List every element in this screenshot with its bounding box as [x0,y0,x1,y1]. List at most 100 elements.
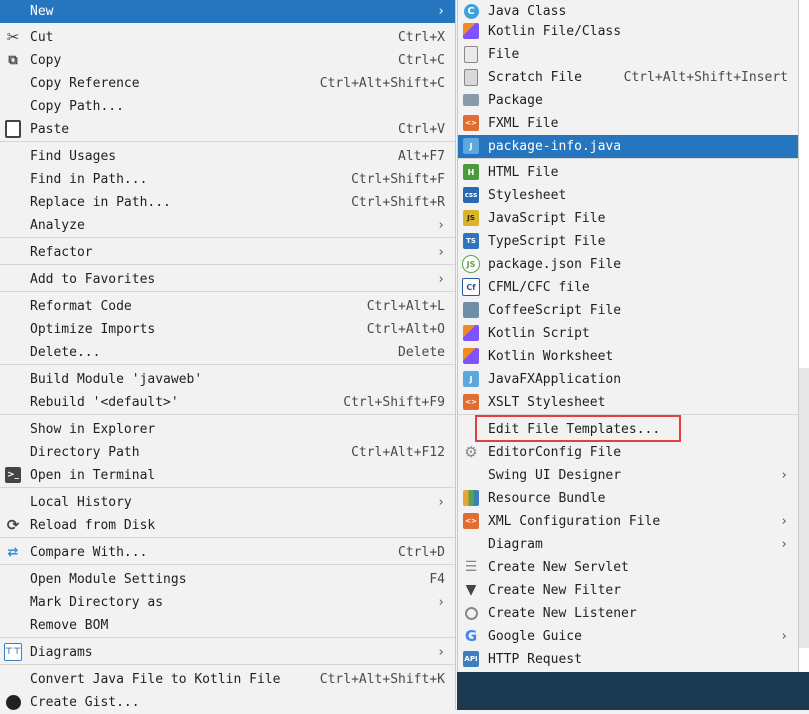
context-menu-item-label: Add to Favorites [30,272,156,287]
context-menu-separator [0,291,455,292]
shortcut-label: Ctrl+C [398,53,445,68]
new-submenu-item-label: TypeScript File [488,234,606,249]
new-submenu-item-scratch-file[interactable]: Scratch File Ctrl+Alt+Shift+Insert [458,66,798,89]
context-menu-item-open-module-settings[interactable]: Open Module Settings F4 [0,568,455,591]
context-menu-item-mark-directory-as[interactable]: Mark Directory as › [0,591,455,614]
new-submenu-item-kotlin-file-class[interactable]: Kotlin File/Class [458,20,798,43]
new-submenu-item-stylesheet[interactable]: css Stylesheet [458,184,798,207]
context-menu-item-label: Convert Java File to Kotlin File [30,672,281,687]
context-menu-item-compare-with[interactable]: ⇄ Compare With... Ctrl+D [0,541,455,564]
new-submenu-item-diagram[interactable]: Diagram › [458,533,798,556]
context-menu-item-label: Optimize Imports [30,322,156,337]
new-submenu-item-package-json-file[interactable]: JS package.json File [458,253,798,276]
chevron-right-icon: › [780,629,788,644]
new-submenu-item-typescript-file[interactable]: TS TypeScript File [458,230,798,253]
new-submenu-item-javascript-file[interactable]: JS JavaScript File [458,207,798,230]
context-menu-item-find-in-path[interactable]: Find in Path... Ctrl+Shift+F [0,168,455,191]
context-menu-item-analyze[interactable]: Analyze › [0,214,455,237]
new-submenu-item-label: Java Class [488,4,567,19]
new-submenu-item-html-file[interactable]: H HTML File [458,161,798,184]
copy-icon: ⧉ [8,52,18,68]
context-menu-item-optimize-imports[interactable]: Optimize Imports Ctrl+Alt+O [0,318,455,341]
ts-file-icon: TS [462,232,480,250]
new-submenu-item-file[interactable]: File [458,43,798,66]
context-menu-item-copy[interactable]: ⧉ Copy Ctrl+C [0,49,455,72]
context-menu-item-copy-path[interactable]: Copy Path... [0,95,455,118]
context-menu-item-create-gist[interactable]: Create Gist... [0,691,455,714]
context-menu-item-build-module-javaweb[interactable]: Build Module 'javaweb' [0,368,455,391]
context-menu-item-label: Find Usages [30,149,117,164]
new-submenu-item-xml-configuration-file[interactable]: <> XML Configuration File › [458,510,798,533]
new-submenu-item-label: Stylesheet [488,188,567,203]
chevron-right-icon: › [780,514,788,529]
scissors-icon: ✂ [6,28,20,46]
context-menu-item-cut[interactable]: ✂ Cut Ctrl+X [0,26,455,49]
new-submenu-item-coffeescript-file[interactable]: CoffeeScript File [458,299,798,322]
context-menu-item-delete[interactable]: Delete... Delete [0,341,455,364]
context-menu-item-open-in-terminal[interactable]: >_ Open in Terminal [0,464,455,487]
context-menu-item-refactor[interactable]: Refactor › [0,241,455,264]
new-submenu-item-resource-bundle[interactable]: Resource Bundle [458,487,798,510]
context-menu-item-add-to-favorites[interactable]: Add to Favorites › [0,268,455,291]
clipboard-icon [4,120,22,138]
context-menu-item-paste[interactable]: Paste Ctrl+V [0,118,455,141]
new-submenu-item-swing-ui-designer[interactable]: Swing UI Designer › [458,464,798,487]
context-menu-item-label: Rebuild '<default>' [30,395,179,410]
context-menu-separator [0,664,455,665]
new-submenu-separator [458,158,798,159]
context-menu-item-label: Reload from Disk [30,518,156,533]
context-menu-item-directory-path[interactable]: Directory Path Ctrl+Alt+F12 [0,441,455,464]
new-submenu-item-kotlin-worksheet[interactable]: Kotlin Worksheet [458,345,798,368]
editor-side-strip [799,368,809,648]
context-menu-item-label: Create Gist... [30,695,140,710]
context-menu-item-label: Build Module 'javaweb' [30,372,203,387]
context-menu-separator [0,487,455,488]
context-menu-item-reformat-code[interactable]: Reformat Code Ctrl+Alt+L [0,295,455,318]
kotlin-file-icon [462,22,480,40]
context-menu-item-remove-bom[interactable]: Remove BOM [0,614,455,637]
context-menu-item-new[interactable]: New › [0,0,455,23]
js-file-icon: JS [462,209,480,227]
context-menu-item-reload-from-disk[interactable]: ⟳ Reload from Disk [0,514,455,537]
context-menu-item-show-in-explorer[interactable]: Show in Explorer [0,418,455,441]
kotlin-script-icon [462,324,480,342]
new-submenu-item-label: CFML/CFC file [488,280,590,295]
context-menu-item-label: Open in Terminal [30,468,156,483]
new-submenu-item-label: Kotlin File/Class [488,24,622,39]
new-submenu-item-package-info-java[interactable]: Jpackage-info.java [458,135,798,158]
new-submenu-item-label: Swing UI Designer [488,468,622,483]
context-menu-item-rebuild-default[interactable]: Rebuild '<default>' Ctrl+Shift+F9 [0,391,455,414]
new-submenu-item-label: Diagram [488,537,543,552]
package-icon [462,91,480,109]
new-submenu-item-google-guice[interactable]: G Google Guice › [458,625,798,648]
new-submenu-item-create-new-servlet[interactable]: ☰ Create New Servlet [458,556,798,579]
new-submenu-item-label: JavaScript File [488,211,606,226]
new-submenu-item-javafxapplication[interactable]: J JavaFXApplication [458,368,798,391]
new-submenu-item-xslt-stylesheet[interactable]: <> XSLT Stylesheet [458,391,798,414]
new-submenu-item-editorconfig-file[interactable]: ⚙ EditorConfig File [458,441,798,464]
context-menu-item-replace-in-path[interactable]: Replace in Path... Ctrl+Shift+R [0,191,455,214]
context-menu-item-local-history[interactable]: Local History › [0,491,455,514]
new-submenu-item-create-new-filter[interactable]: ▼ Create New Filter [458,579,798,602]
context-menu-item-find-usages[interactable]: Find Usages Alt+F7 [0,145,455,168]
new-submenu-item-http-request[interactable]: API HTTP Request [458,648,798,671]
context-menu-item-label: Copy Reference [30,76,140,91]
shortcut-label: Ctrl+Alt+F12 [351,445,445,460]
reload-icon: ⟳ [6,516,20,534]
context-menu-item-copy-reference[interactable]: Copy Reference Ctrl+Alt+Shift+C [0,72,455,95]
new-submenu-item-create-new-listener[interactable]: Create New Listener [458,602,798,625]
new-submenu-item-kotlin-script[interactable]: Kotlin Script [458,322,798,345]
shortcut-label: Ctrl+D [398,545,445,560]
new-submenu-item-package[interactable]: Package [458,89,798,112]
context-menu-item-label: Open Module Settings [30,572,187,587]
new-submenu-item-fxml-file[interactable]: <> FXML File [458,112,798,135]
context-menu-item-label: Compare With... [30,545,148,560]
new-submenu-item-cfml-cfc-file[interactable]: Cf CFML/CFC file [458,276,798,299]
context-menu-item-convert-java-file-to-kotlin-file[interactable]: Convert Java File to Kotlin File Ctrl+Alt… [0,668,455,691]
chevron-right-icon: › [437,4,445,19]
file-icon [462,45,480,63]
context-menu-item-label: Analyze [30,218,85,233]
shortcut-label: Alt+F7 [398,149,445,164]
shortcut-label: Ctrl+Alt+L [366,299,445,314]
context-menu-item-diagrams[interactable]: ⊤⊤ Diagrams › [0,641,455,664]
